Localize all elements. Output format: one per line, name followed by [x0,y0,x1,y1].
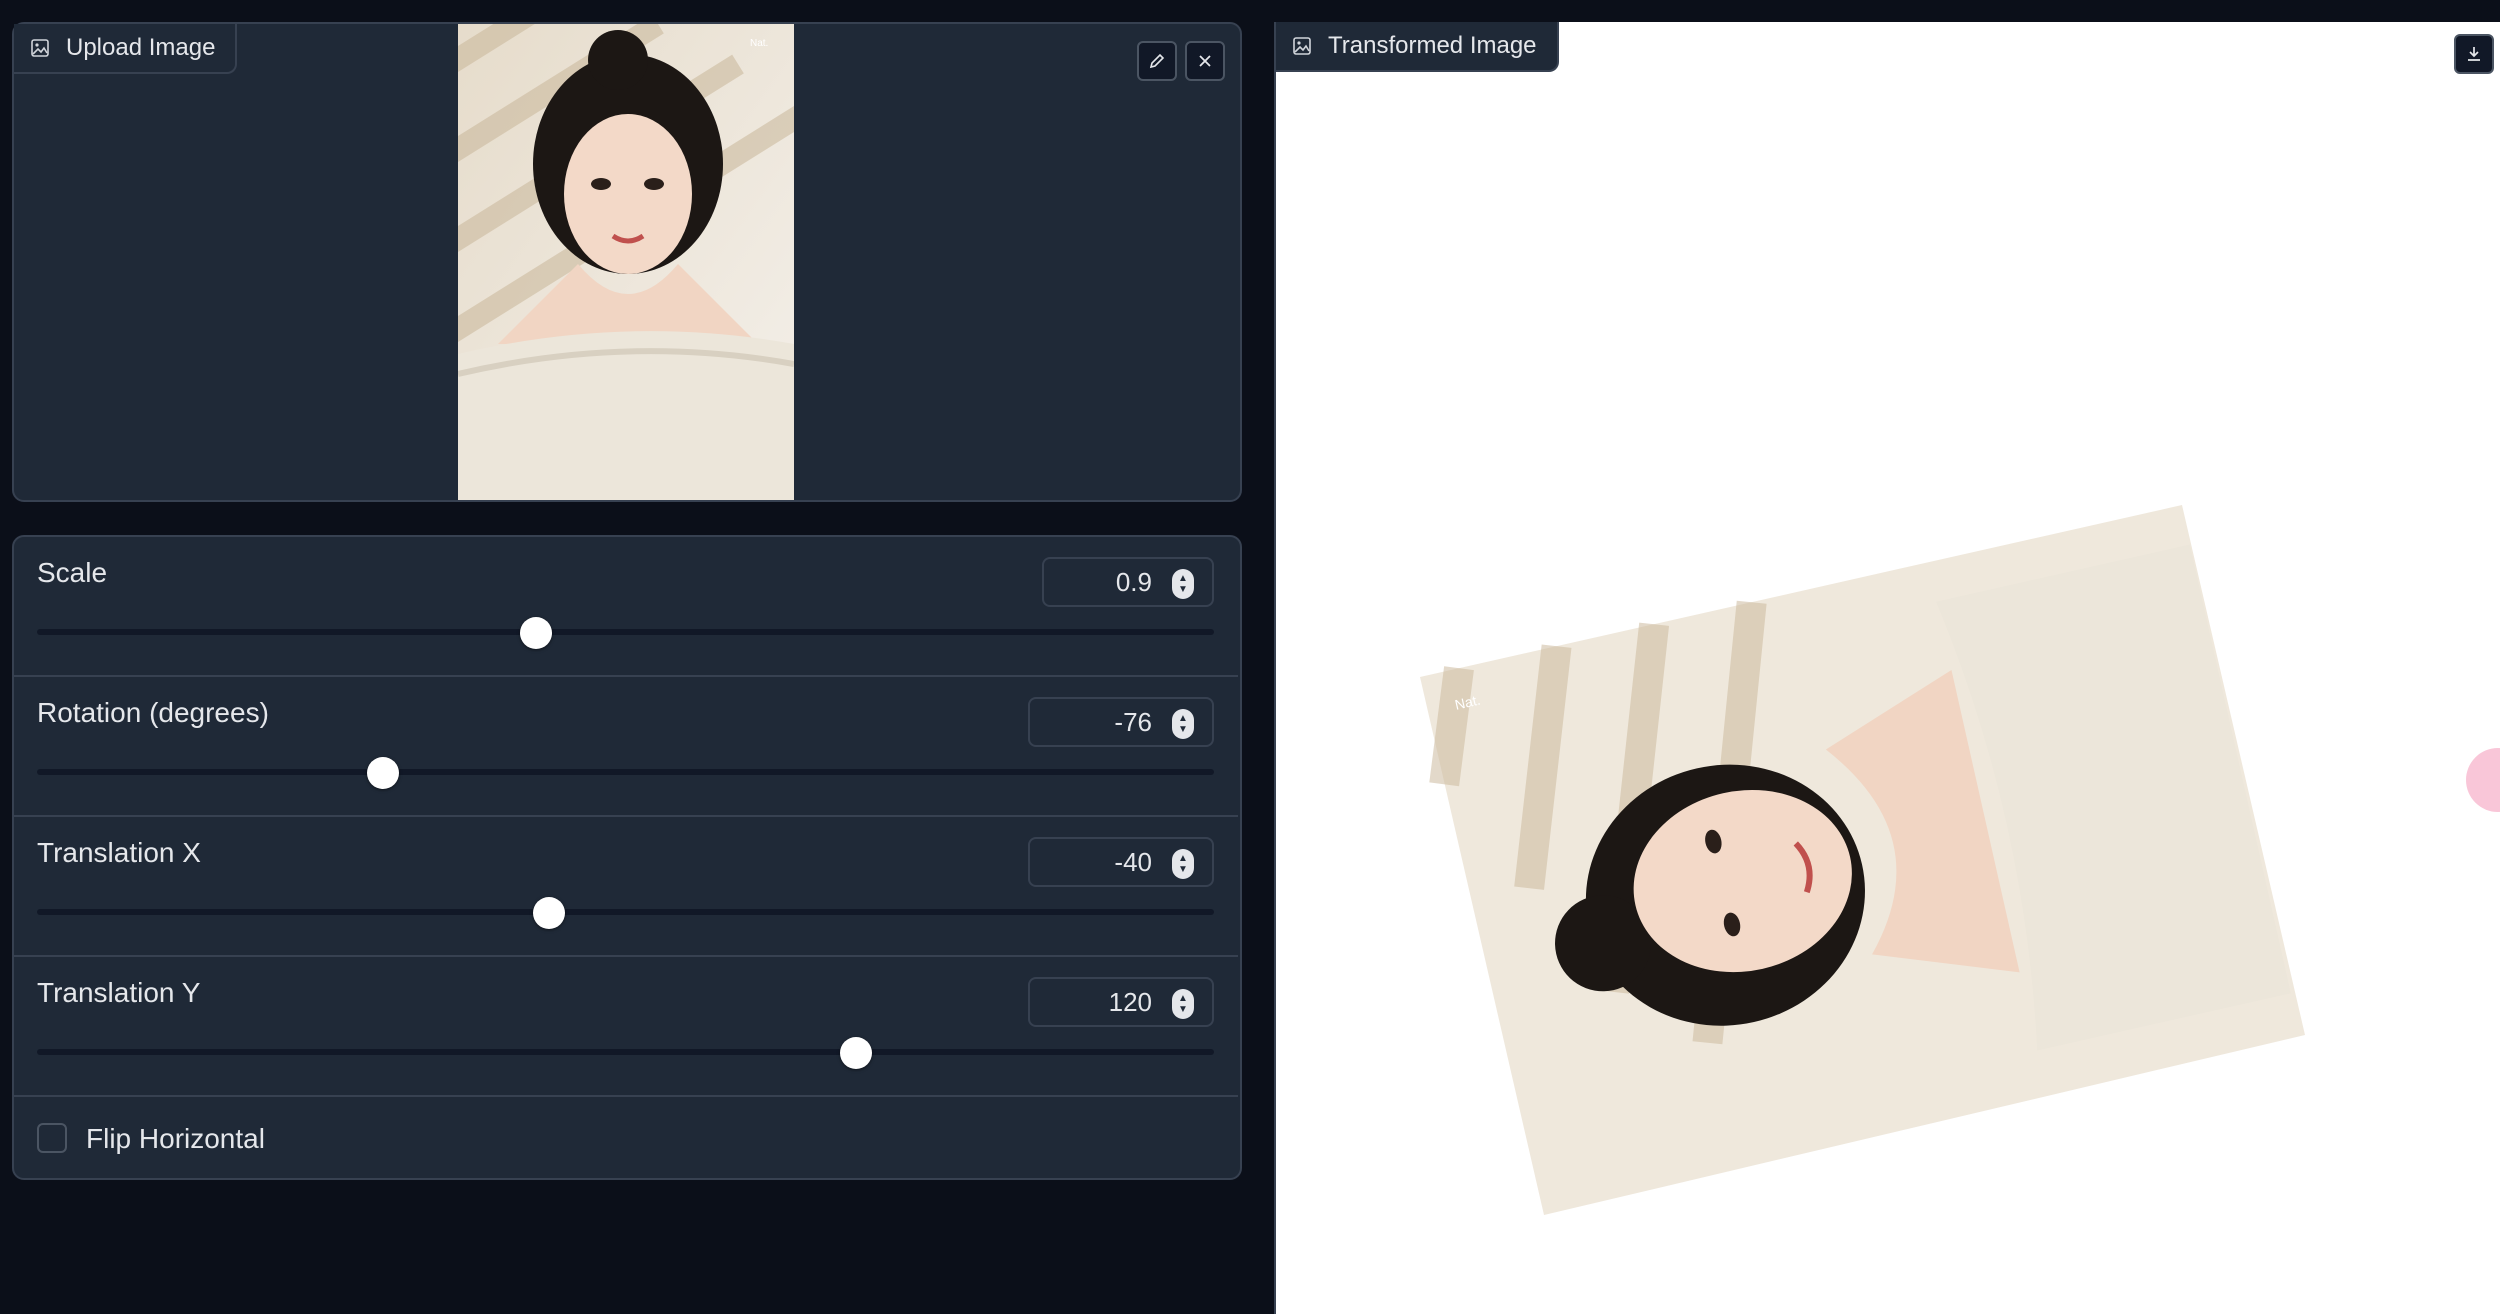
translation-x-slider-track[interactable] [37,909,1214,915]
upload-image-label-tab: Upload Image [14,24,238,74]
translation-y-label: Translation Y [37,977,201,1008]
flip-horizontal-label[interactable]: Flip Horizontal [86,1123,265,1155]
floating-action-button[interactable] [2466,748,2500,812]
translation-x-label: Translation X [37,837,201,868]
translation-x-spinner-icon[interactable]: ▲ ▼ [1172,849,1194,879]
translation-x-number-input[interactable]: -40 ▲ ▼ [1028,837,1214,887]
flip-horizontal-checkbox[interactable] [37,1123,67,1153]
translation-x-slider-thumb[interactable] [532,897,565,929]
transformed-photo-graphic: Nat. [1420,505,2305,1215]
rotation-label: Rotation (degrees) [37,697,269,728]
scale-slider-track[interactable] [37,629,1214,635]
translation-y-slider-thumb[interactable] [840,1037,873,1069]
edit-button[interactable] [1137,41,1177,81]
upload-watermark: Nat. [750,38,768,49]
close-icon [1199,55,1211,67]
translation-y-spinner-icon[interactable]: ▲ ▼ [1172,989,1194,1019]
scale-label: Scale [37,557,108,588]
rotation-slider-thumb[interactable] [367,757,400,789]
rotation-control: Rotation (degrees) -76 ▲ ▼ [12,677,1238,817]
download-button[interactable] [2454,34,2494,74]
clear-button[interactable] [1185,41,1225,81]
translation-y-number-input[interactable]: 120 ▲ ▼ [1028,977,1214,1027]
image-icon [1293,37,1311,55]
transformed-image-label: Transformed Image [1328,32,1537,59]
uploaded-image: Nat. [458,24,794,500]
scale-spinner-icon[interactable]: ▲ ▼ [1172,569,1194,599]
image-icon [31,39,49,57]
pencil-icon [1149,53,1165,69]
transformed-image-label-tab: Transformed Image [1276,22,1559,72]
scale-number-input[interactable]: 0.9 ▲ ▼ [1042,557,1214,607]
upload-image-label: Upload Image [66,34,216,61]
translation-x-control: Translation X -40 ▲ ▼ [12,817,1238,957]
transformed-image: Nat. [1420,505,2305,1215]
translation-y-control: Translation Y 120 ▲ ▼ [12,957,1238,1097]
scale-slider-thumb[interactable] [520,617,553,649]
download-icon [2468,47,2480,61]
scale-control: Scale 0.9 ▲ ▼ [12,537,1238,677]
rotation-number-input[interactable]: -76 ▲ ▼ [1028,697,1214,747]
translation-y-slider-track[interactable] [37,1049,1214,1055]
rotation-slider-track[interactable] [37,769,1214,775]
flip-horizontal-control: Flip Horizontal [12,1097,1238,1180]
rotation-spinner-icon[interactable]: ▲ ▼ [1172,709,1194,739]
uploaded-photo-graphic: Nat. [458,24,794,500]
